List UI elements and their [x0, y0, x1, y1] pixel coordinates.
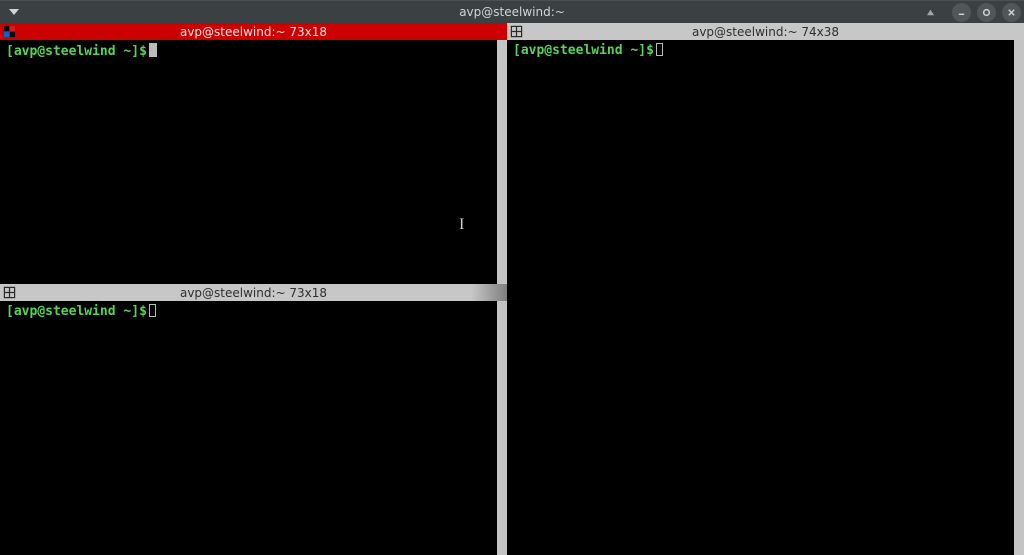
maximize-icon — [982, 8, 991, 17]
terminal-body-bottom-left[interactable]: [avp@steelwind ~]$ — [0, 301, 507, 555]
prompt-bracket-close: ] — [131, 44, 139, 59]
pane-titlebar-bottom-left[interactable]: avp@steelwind:~ 73x18 — [0, 284, 507, 301]
minimize-button[interactable] — [952, 3, 971, 22]
terminal-pane-top-left: avp@steelwind:~ 73x18 [avp@steelwind ~]$… — [0, 23, 507, 284]
pane-title-label: avp@steelwind:~ 73x18 — [180, 286, 327, 300]
right-column: avp@steelwind:~ 74x38 [avp@steelwind ~]$ — [507, 23, 1024, 555]
ibeam-cursor-icon: I — [459, 217, 464, 233]
shade-button[interactable] — [922, 4, 938, 20]
pane-title-label: avp@steelwind:~ 74x38 — [692, 25, 839, 39]
close-icon — [1007, 8, 1016, 17]
group-icon[interactable] — [509, 24, 523, 38]
maximize-button[interactable] — [977, 3, 996, 22]
scrollbar-bottom-left[interactable] — [497, 301, 507, 555]
prompt-symbol: $ — [139, 44, 147, 59]
terminal-body-top-left[interactable]: [avp@steelwind ~]$ I — [0, 40, 507, 284]
prompt-symbol: $ — [646, 43, 654, 58]
left-column: avp@steelwind:~ 73x18 [avp@steelwind ~]$… — [0, 23, 507, 555]
minimize-icon — [957, 8, 966, 17]
pane-titlebar-right[interactable]: avp@steelwind:~ 74x38 — [507, 23, 1024, 40]
broadcast-icon[interactable] — [2, 24, 16, 38]
prompt-bracket-open: [ — [6, 44, 14, 59]
terminator-split-container: avp@steelwind:~ 73x18 [avp@steelwind ~]$… — [0, 23, 1024, 555]
prompt-bracket-open: [ — [6, 304, 14, 319]
close-button[interactable] — [1002, 3, 1021, 22]
triangle-up-icon — [926, 8, 935, 17]
text-cursor-outline — [656, 43, 663, 56]
terminal-pane-bottom-left: avp@steelwind:~ 73x18 [avp@steelwind ~]$ — [0, 284, 507, 555]
prompt-bracket-close: ] — [638, 43, 646, 58]
text-cursor-block — [149, 43, 157, 57]
prompt-bracket-close: ] — [131, 304, 139, 319]
window-controls — [922, 1, 1024, 23]
window-titlebar[interactable]: avp@steelwind:~ — [0, 0, 1024, 23]
terminal-pane-right: avp@steelwind:~ 74x38 [avp@steelwind ~]$ — [507, 23, 1024, 555]
chevron-down-icon — [9, 9, 19, 15]
window-title: avp@steelwind:~ — [459, 5, 565, 19]
app-menu-button[interactable] — [6, 4, 22, 20]
pane-title-label: avp@steelwind:~ 73x18 — [180, 25, 327, 39]
prompt-user-host: avp@steelwind — [521, 43, 623, 58]
scrollbar-right[interactable] — [1014, 40, 1024, 555]
prompt-bracket-open: [ — [513, 43, 521, 58]
prompt-user-host: avp@steelwind — [14, 44, 116, 59]
group-icon[interactable] — [2, 285, 16, 299]
prompt-symbol: $ — [139, 304, 147, 319]
pane-titlebar-top-left[interactable]: avp@steelwind:~ 73x18 — [0, 23, 507, 40]
prompt-user-host: avp@steelwind — [14, 304, 116, 319]
terminal-body-right[interactable]: [avp@steelwind ~]$ — [507, 40, 1024, 555]
scrollbar-top-left[interactable] — [497, 40, 507, 284]
text-cursor-outline — [149, 304, 156, 317]
